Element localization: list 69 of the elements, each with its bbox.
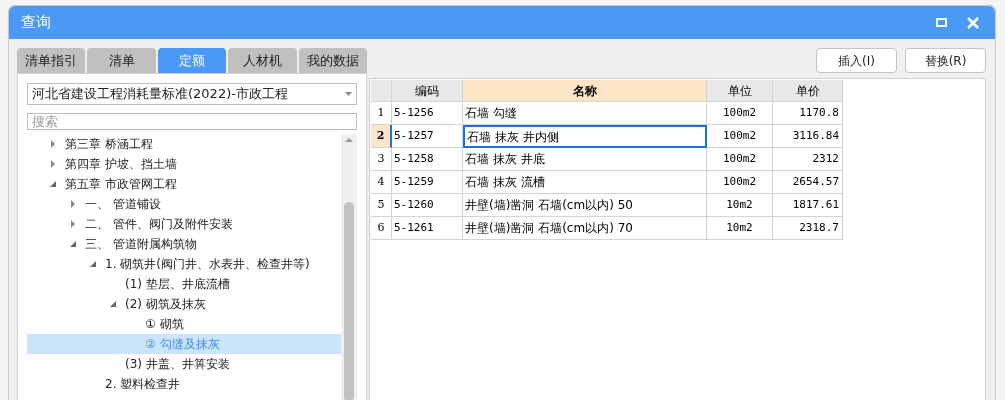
table-cell: 石墙 抹灰 井内侧 — [463, 125, 707, 148]
column-header[interactable]: 名称 — [463, 80, 707, 102]
row-number[interactable]: 3 — [371, 148, 392, 171]
collapsed-arrow-icon[interactable] — [69, 200, 77, 208]
table-cell: 5-1256 — [392, 102, 463, 125]
window-title: 查询 — [21, 12, 51, 34]
table-cell: 石墙 抹灰 流槽 — [463, 171, 707, 194]
table-cell: 2312 — [773, 148, 843, 171]
column-header[interactable]: 单价 — [773, 80, 843, 102]
table-cell: 5-1260 — [392, 194, 463, 217]
table-cell: 100m2 — [707, 171, 773, 194]
table-cell: 5-1257 — [392, 125, 463, 148]
table-cell: 100m2 — [707, 102, 773, 125]
row-number[interactable]: 5 — [371, 194, 392, 217]
table-cell: 10m2 — [707, 194, 773, 217]
tab[interactable]: 人材机 — [228, 48, 297, 73]
tree-item[interactable]: 2. 塑料检查井 — [27, 374, 341, 394]
tree-item[interactable]: 1. 砌筑井(阀门井、水表井、检查井等) — [27, 254, 341, 274]
action-button[interactable]: 替换(R) — [905, 48, 986, 73]
expanded-arrow-icon[interactable] — [89, 260, 97, 268]
table-cell: 3116.84 — [773, 125, 843, 148]
collapsed-arrow-icon[interactable] — [49, 140, 57, 148]
table-cell: 1817.61 — [773, 194, 843, 217]
tree-item[interactable]: ① 砌筑 — [27, 314, 341, 334]
tree-item[interactable]: 第三章 桥涵工程 — [27, 134, 341, 154]
row-number[interactable]: 4 — [371, 171, 392, 194]
scroll-up-arrow-icon[interactable] — [345, 138, 353, 142]
table-cell: 2654.57 — [773, 171, 843, 194]
table-cell: 井壁(墙)凿洞 石墙(cm以内) 50 — [463, 194, 707, 217]
collapsed-arrow-icon[interactable] — [49, 160, 57, 168]
scrollbar-thumb[interactable] — [344, 202, 354, 400]
library-dropdown[interactable]: 河北省建设工程消耗量标准(2022)-市政工程 — [27, 83, 357, 105]
table-cell: 石墙 抹灰 井底 — [463, 148, 707, 171]
tree-item[interactable]: (1) 垫层、井底流槽 — [27, 274, 341, 294]
table-cell: 5-1258 — [392, 148, 463, 171]
table-cell: 石墙 勾缝 — [463, 102, 707, 125]
collapsed-arrow-icon[interactable] — [69, 220, 77, 228]
row-number[interactable]: 6 — [371, 217, 392, 240]
row-number[interactable]: 1 — [371, 102, 392, 125]
close-icon[interactable] — [967, 16, 979, 29]
tree-item[interactable]: (3) 井盖、井箅安装 — [27, 354, 341, 374]
tree-item[interactable]: 三、 管道附属构筑物 — [27, 234, 341, 254]
tree-item[interactable]: (2) 砌筑及抹灰 — [27, 294, 341, 314]
maximize-icon[interactable] — [936, 18, 947, 27]
tab[interactable]: 清单指引 — [17, 48, 86, 73]
scrollbar[interactable] — [341, 134, 357, 400]
table-cell: 2318.7 — [773, 217, 843, 240]
table-cell: 100m2 — [707, 125, 773, 148]
tree-item[interactable]: 第五章 市政管网工程 — [27, 174, 341, 194]
search-field[interactable]: 搜索 — [27, 112, 357, 130]
expanded-arrow-icon[interactable] — [49, 180, 57, 188]
table-cell: 5-1261 — [392, 217, 463, 240]
tree-item[interactable]: 第四章 护坡、挡土墙 — [27, 154, 341, 174]
column-header[interactable]: 单位 — [707, 80, 773, 102]
table-cell: 1170.8 — [773, 102, 843, 125]
tab[interactable]: 清单 — [87, 48, 156, 73]
tree-item[interactable]: 二、 管件、阀门及附件安装 — [27, 214, 341, 234]
dropdown-caret-icon — [345, 91, 352, 96]
table-cell: 5-1259 — [392, 171, 463, 194]
row-number[interactable]: 2 — [371, 125, 392, 148]
table-cell: 10m2 — [707, 217, 773, 240]
table-cell: 井壁(墙)凿洞 石墙(cm以内) 70 — [463, 217, 707, 240]
column-header[interactable]: 编码 — [392, 80, 463, 102]
tab[interactable]: 我的数据 — [298, 48, 368, 73]
expanded-arrow-icon[interactable] — [69, 240, 77, 248]
expanded-arrow-icon[interactable] — [109, 300, 117, 308]
tree-item[interactable]: 一、 管道铺设 — [27, 194, 341, 214]
table-cell: 100m2 — [707, 148, 773, 171]
action-button[interactable]: 插入(I) — [816, 48, 897, 73]
